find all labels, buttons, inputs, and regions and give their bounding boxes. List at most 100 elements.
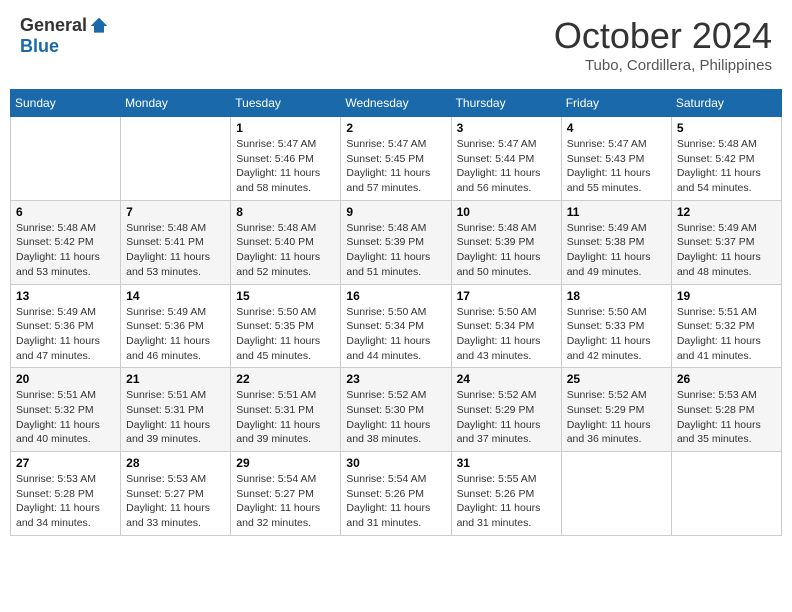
day-info: Sunrise: 5:47 AM Sunset: 5:44 PM Dayligh… [457,137,556,196]
calendar-cell: 17 Sunrise: 5:50 AM Sunset: 5:34 PM Dayli… [451,284,561,368]
day-info: Sunrise: 5:48 AM Sunset: 5:42 PM Dayligh… [677,137,776,196]
weekday-header: Monday [121,90,231,117]
day-info: Sunrise: 5:50 AM Sunset: 5:34 PM Dayligh… [457,305,556,364]
calendar-cell [121,117,231,201]
day-number: 17 [457,289,556,303]
day-info: Sunrise: 5:48 AM Sunset: 5:42 PM Dayligh… [16,221,115,280]
calendar-cell: 18 Sunrise: 5:50 AM Sunset: 5:33 PM Dayli… [561,284,671,368]
calendar-cell: 27Sunrise: 5:53 AM Sunset: 5:28 PM Dayli… [11,452,121,536]
day-info: Sunrise: 5:51 AM Sunset: 5:32 PM Dayligh… [16,388,115,447]
page-header: General Blue October 2024 Tubo, Cordille… [10,10,782,79]
logo: General Blue [20,15,109,57]
day-number: 30 [346,456,445,470]
day-info: Sunrise: 5:54 AM Sunset: 5:27 PM Dayligh… [236,472,335,531]
day-number: 8 [236,205,335,219]
day-info: Sunrise: 5:49 AM Sunset: 5:37 PM Dayligh… [677,221,776,280]
day-number: 1 [236,121,335,135]
calendar-week-row: 27Sunrise: 5:53 AM Sunset: 5:28 PM Dayli… [11,452,782,536]
calendar-cell: 25 Sunrise: 5:52 AM Sunset: 5:29 PM Dayli… [561,368,671,452]
calendar-cell: 2Sunrise: 5:47 AM Sunset: 5:45 PM Daylig… [341,117,451,201]
day-info: Sunrise: 5:50 AM Sunset: 5:35 PM Dayligh… [236,305,335,364]
day-number: 28 [126,456,225,470]
calendar-cell: 6 Sunrise: 5:48 AM Sunset: 5:42 PM Daylig… [11,200,121,284]
day-info: Sunrise: 5:50 AM Sunset: 5:33 PM Dayligh… [567,305,666,364]
calendar-week-row: 20Sunrise: 5:51 AM Sunset: 5:32 PM Dayli… [11,368,782,452]
weekday-header: Tuesday [231,90,341,117]
day-number: 31 [457,456,556,470]
day-number: 9 [346,205,445,219]
calendar-cell: 29Sunrise: 5:54 AM Sunset: 5:27 PM Dayli… [231,452,341,536]
calendar-week-row: 1 Sunrise: 5:47 AM Sunset: 5:46 PM Daylig… [11,117,782,201]
day-info: Sunrise: 5:51 AM Sunset: 5:31 PM Dayligh… [126,388,225,447]
calendar-cell: 15 Sunrise: 5:50 AM Sunset: 5:35 PM Dayli… [231,284,341,368]
day-info: Sunrise: 5:53 AM Sunset: 5:28 PM Dayligh… [16,472,115,531]
day-number: 15 [236,289,335,303]
calendar-cell: 19 Sunrise: 5:51 AM Sunset: 5:32 PM Dayli… [671,284,781,368]
calendar-cell: 13 Sunrise: 5:49 AM Sunset: 5:36 PM Dayli… [11,284,121,368]
day-info: Sunrise: 5:49 AM Sunset: 5:36 PM Dayligh… [16,305,115,364]
day-info: Sunrise: 5:52 AM Sunset: 5:30 PM Dayligh… [346,388,445,447]
calendar-cell: 12Sunrise: 5:49 AM Sunset: 5:37 PM Dayli… [671,200,781,284]
calendar-cell: 16 Sunrise: 5:50 AM Sunset: 5:34 PM Dayli… [341,284,451,368]
calendar-cell: 26Sunrise: 5:53 AM Sunset: 5:28 PM Dayli… [671,368,781,452]
calendar-cell: 5 Sunrise: 5:48 AM Sunset: 5:42 PM Daylig… [671,117,781,201]
day-number: 13 [16,289,115,303]
calendar-cell: 9 Sunrise: 5:48 AM Sunset: 5:39 PM Daylig… [341,200,451,284]
day-info: Sunrise: 5:53 AM Sunset: 5:27 PM Dayligh… [126,472,225,531]
calendar-cell [671,452,781,536]
day-info: Sunrise: 5:48 AM Sunset: 5:39 PM Dayligh… [457,221,556,280]
day-info: Sunrise: 5:47 AM Sunset: 5:43 PM Dayligh… [567,137,666,196]
day-info: Sunrise: 5:51 AM Sunset: 5:31 PM Dayligh… [236,388,335,447]
calendar-cell: 23 Sunrise: 5:52 AM Sunset: 5:30 PM Dayli… [341,368,451,452]
calendar-cell: 3Sunrise: 5:47 AM Sunset: 5:44 PM Daylig… [451,117,561,201]
day-info: Sunrise: 5:53 AM Sunset: 5:28 PM Dayligh… [677,388,776,447]
day-number: 19 [677,289,776,303]
day-number: 22 [236,372,335,386]
calendar-cell: 10 Sunrise: 5:48 AM Sunset: 5:39 PM Dayli… [451,200,561,284]
day-number: 5 [677,121,776,135]
logo-blue: Blue [20,36,59,56]
calendar-cell [11,117,121,201]
day-info: Sunrise: 5:55 AM Sunset: 5:26 PM Dayligh… [457,472,556,531]
day-info: Sunrise: 5:51 AM Sunset: 5:32 PM Dayligh… [677,305,776,364]
calendar-cell: 4Sunrise: 5:47 AM Sunset: 5:43 PM Daylig… [561,117,671,201]
day-info: Sunrise: 5:47 AM Sunset: 5:46 PM Dayligh… [236,137,335,196]
day-info: Sunrise: 5:52 AM Sunset: 5:29 PM Dayligh… [457,388,556,447]
day-info: Sunrise: 5:49 AM Sunset: 5:38 PM Dayligh… [567,221,666,280]
calendar-cell: 11Sunrise: 5:49 AM Sunset: 5:38 PM Dayli… [561,200,671,284]
day-number: 14 [126,289,225,303]
day-number: 16 [346,289,445,303]
day-number: 23 [346,372,445,386]
calendar-table: SundayMondayTuesdayWednesdayThursdayFrid… [10,89,782,536]
day-number: 7 [126,205,225,219]
weekday-header: Saturday [671,90,781,117]
calendar-cell: 24 Sunrise: 5:52 AM Sunset: 5:29 PM Dayli… [451,368,561,452]
location: Tubo, Cordillera, Philippines [554,57,772,74]
weekday-header: Sunday [11,90,121,117]
day-info: Sunrise: 5:48 AM Sunset: 5:39 PM Dayligh… [346,221,445,280]
calendar-cell: 21 Sunrise: 5:51 AM Sunset: 5:31 PM Dayli… [121,368,231,452]
weekday-header: Thursday [451,90,561,117]
day-number: 6 [16,205,115,219]
day-number: 18 [567,289,666,303]
day-number: 21 [126,372,225,386]
calendar-cell [561,452,671,536]
day-info: Sunrise: 5:52 AM Sunset: 5:29 PM Dayligh… [567,388,666,447]
day-info: Sunrise: 5:48 AM Sunset: 5:41 PM Dayligh… [126,221,225,280]
calendar-cell: 28 Sunrise: 5:53 AM Sunset: 5:27 PM Dayli… [121,452,231,536]
day-number: 2 [346,121,445,135]
day-number: 25 [567,372,666,386]
day-info: Sunrise: 5:50 AM Sunset: 5:34 PM Dayligh… [346,305,445,364]
calendar-cell: 8Sunrise: 5:48 AM Sunset: 5:40 PM Daylig… [231,200,341,284]
weekday-header: Friday [561,90,671,117]
day-number: 10 [457,205,556,219]
weekday-header: Wednesday [341,90,451,117]
calendar-cell: 22 Sunrise: 5:51 AM Sunset: 5:31 PM Dayli… [231,368,341,452]
calendar-cell: 1 Sunrise: 5:47 AM Sunset: 5:46 PM Daylig… [231,117,341,201]
day-info: Sunrise: 5:54 AM Sunset: 5:26 PM Dayligh… [346,472,445,531]
calendar-week-row: 6 Sunrise: 5:48 AM Sunset: 5:42 PM Daylig… [11,200,782,284]
day-number: 24 [457,372,556,386]
calendar-cell: 31 Sunrise: 5:55 AM Sunset: 5:26 PM Dayli… [451,452,561,536]
calendar-cell: 7 Sunrise: 5:48 AM Sunset: 5:41 PM Daylig… [121,200,231,284]
title-section: October 2024 Tubo, Cordillera, Philippin… [554,15,772,74]
